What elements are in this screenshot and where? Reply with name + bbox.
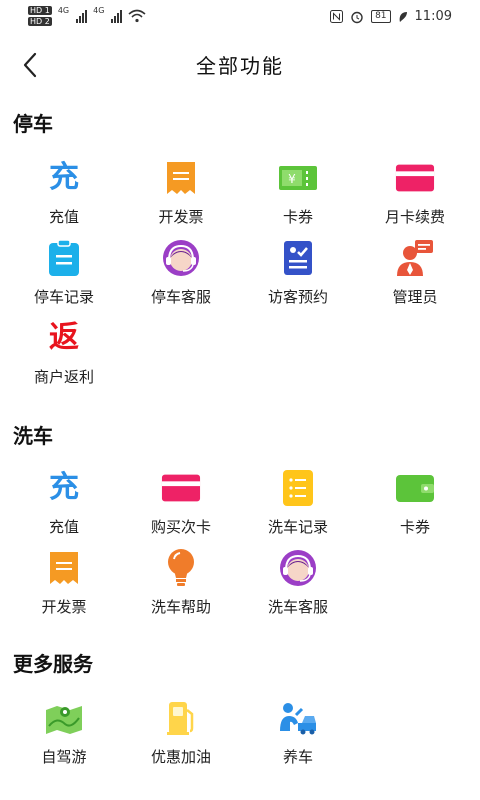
sim2-badge: HD 2 xyxy=(28,17,52,26)
recharge-icon: 充 xyxy=(44,158,84,198)
rebate-glyph: 返 xyxy=(49,320,79,355)
item-label: 洗车客服 xyxy=(267,598,328,616)
nfc-icon xyxy=(330,10,344,23)
item-label: 停车客服 xyxy=(150,288,211,306)
rebate-icon: 返 xyxy=(44,318,84,358)
recharge-glyph: 充 xyxy=(49,160,79,195)
parking-invoice-item[interactable]: 开发票 xyxy=(121,158,241,227)
receipt-icon xyxy=(44,548,84,588)
card-icon xyxy=(395,158,435,198)
section-title-parking: 停车 xyxy=(13,112,53,136)
network-type-2: 4G xyxy=(93,6,105,15)
parking-records-item[interactable]: 停车记录 xyxy=(4,238,124,307)
carwash-invoice-item[interactable]: 开发票 xyxy=(4,548,124,617)
item-label: 充值 xyxy=(48,208,79,226)
parking-monthly-card-item[interactable]: 月卡续费 xyxy=(355,158,475,227)
card-icon xyxy=(161,468,201,508)
fuel-pump-icon xyxy=(161,698,201,738)
item-label: 停车记录 xyxy=(33,288,94,306)
signal-icon-2 xyxy=(111,9,123,23)
item-label: 洗车帮助 xyxy=(150,598,211,616)
parking-admin-item[interactable]: 管理员 xyxy=(355,238,475,307)
status-bar: HD 1 HD 2 4G 4G 81 11:09 xyxy=(0,0,480,34)
carwash-coupon-item[interactable]: 卡券 xyxy=(355,468,475,537)
item-label: 充值 xyxy=(48,518,79,536)
carwash-records-item[interactable]: 洗车记录 xyxy=(238,468,358,537)
leaf-icon xyxy=(399,11,407,22)
sim-indicators: HD 1 HD 2 xyxy=(28,6,52,26)
ticket-icon: ¥ xyxy=(278,158,318,198)
svg-text:¥: ¥ xyxy=(288,172,296,186)
carwash-help-item[interactable]: 洗车帮助 xyxy=(121,548,241,617)
item-label: 开发票 xyxy=(41,598,87,616)
battery-indicator: 81 xyxy=(371,10,391,23)
item-label: 管理员 xyxy=(392,288,438,306)
item-label: 卡券 xyxy=(282,208,313,226)
status-right: 81 11:09 xyxy=(330,9,452,24)
list-icon xyxy=(278,468,318,508)
item-label: 访客预约 xyxy=(267,288,328,306)
item-label: 优惠加油 xyxy=(150,748,211,766)
parking-coupon-item[interactable]: ¥ 卡券 xyxy=(238,158,358,227)
carwash-recharge-item[interactable]: 充 充值 xyxy=(4,468,124,537)
admin-person-icon xyxy=(395,238,435,278)
receipt-icon xyxy=(161,158,201,198)
parking-visitor-item[interactable]: 访客预约 xyxy=(238,238,358,307)
carwash-buy-card-item[interactable]: 购买次卡 xyxy=(121,468,241,537)
clipboard-icon xyxy=(44,238,84,278)
parking-rebate-item[interactable]: 返 商户返利 xyxy=(4,318,124,387)
mechanic-icon xyxy=(278,698,318,738)
carwash-support-item[interactable]: 洗车客服 xyxy=(238,548,358,617)
more-fuel-item[interactable]: 优惠加油 xyxy=(121,698,241,767)
alarm-icon xyxy=(351,11,363,23)
more-maintenance-item[interactable]: 养车 xyxy=(238,698,358,767)
network-type-1: 4G xyxy=(57,6,70,15)
recharge-glyph: 充 xyxy=(49,470,79,505)
top-bar: 全部功能 xyxy=(0,40,480,90)
wifi-icon xyxy=(128,9,146,23)
status-left: HD 1 HD 2 4G 4G xyxy=(28,6,146,26)
item-label: 开发票 xyxy=(158,208,204,226)
section-title-carwash: 洗车 xyxy=(13,424,53,448)
sim1-badge: HD 1 xyxy=(28,6,52,15)
visitor-form-icon xyxy=(278,238,318,278)
item-label: 购买次卡 xyxy=(150,518,211,536)
item-label: 养车 xyxy=(282,748,313,766)
recharge-icon: 充 xyxy=(44,468,84,508)
parking-recharge-item[interactable]: 充 充值 xyxy=(4,158,124,227)
item-label: 卡券 xyxy=(399,518,430,536)
item-label: 自驾游 xyxy=(41,748,87,766)
section-title-more: 更多服务 xyxy=(13,652,93,676)
item-label: 商户返利 xyxy=(33,368,94,386)
item-label: 月卡续费 xyxy=(384,208,445,226)
wallet-icon xyxy=(395,468,435,508)
page-title: 全部功能 xyxy=(196,54,284,78)
map-icon xyxy=(44,698,84,738)
signal-icon-1 xyxy=(76,9,88,23)
lightbulb-icon xyxy=(161,548,201,588)
item-label: 洗车记录 xyxy=(267,518,328,536)
headset-icon xyxy=(278,548,318,588)
headset-icon xyxy=(161,238,201,278)
parking-support-item[interactable]: 停车客服 xyxy=(121,238,241,307)
more-travel-item[interactable]: 自驾游 xyxy=(4,698,124,767)
clock: 11:09 xyxy=(414,9,452,24)
